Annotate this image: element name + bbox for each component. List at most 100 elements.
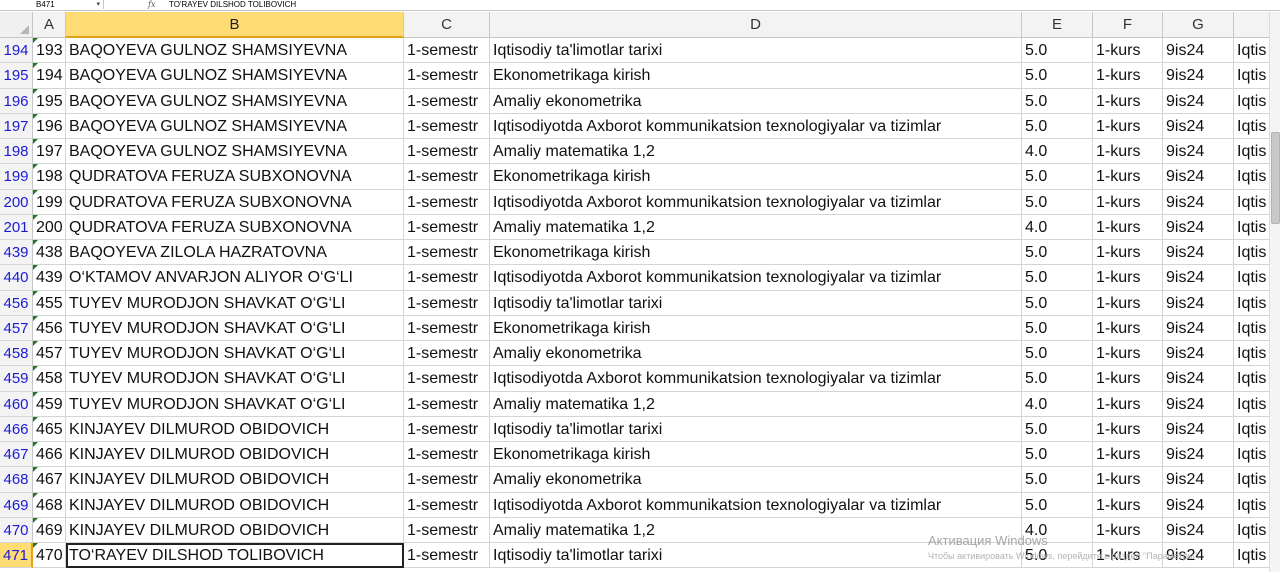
cell-b[interactable]: KINJAYEV DILMUROD OBIDOVICH xyxy=(66,442,404,468)
cell-d[interactable]: Iqtisodiy ta'limotlar tarixi xyxy=(490,416,1022,442)
cell-g[interactable]: 9is24 xyxy=(1163,214,1234,240)
cell-e[interactable]: 5.0 xyxy=(1022,164,1093,190)
column-header-g[interactable]: G xyxy=(1163,12,1234,38)
row-header[interactable]: 456 xyxy=(0,290,38,316)
cell-g[interactable]: 9is24 xyxy=(1163,113,1234,139)
cell-e[interactable]: 5.0 xyxy=(1022,341,1093,367)
cell-f[interactable]: 1-kurs xyxy=(1093,240,1163,266)
cell-h[interactable]: Iqtis xyxy=(1234,366,1270,392)
row-header[interactable]: 194 xyxy=(0,38,38,64)
name-box[interactable]: B471 ▾ xyxy=(0,0,104,9)
cell-d[interactable]: Iqtisodiyotda Axborot kommunikatsion tex… xyxy=(490,265,1022,291)
cell-e[interactable]: 5.0 xyxy=(1022,315,1093,341)
row-header[interactable]: 466 xyxy=(0,416,38,442)
cell-f[interactable]: 1-kurs xyxy=(1093,315,1163,341)
cell-a[interactable]: 466 xyxy=(33,442,66,468)
cell-a[interactable]: 199 xyxy=(33,189,66,215)
cell-g[interactable]: 9is24 xyxy=(1163,88,1234,114)
vertical-scrollbar[interactable] xyxy=(1269,12,1280,572)
cell-d[interactable]: Iqtisodiyotda Axborot kommunikatsion tex… xyxy=(490,113,1022,139)
cell-c[interactable]: 1-semestr xyxy=(404,492,490,518)
row-header[interactable]: 439 xyxy=(0,240,38,266)
cell-b[interactable]: QUDRATOVA FERUZA SUBXONOVNA xyxy=(66,214,404,240)
cell-h[interactable]: Iqtis xyxy=(1234,240,1270,266)
scrollbar-thumb[interactable] xyxy=(1271,132,1280,224)
cell-g[interactable]: 9is24 xyxy=(1163,63,1234,89)
cell-d[interactable]: Ekonometrikaga kirish xyxy=(490,63,1022,89)
cell-h[interactable]: Iqtis xyxy=(1234,265,1270,291)
cell-a[interactable]: 197 xyxy=(33,139,66,165)
row-header[interactable]: 469 xyxy=(0,492,38,518)
cell-e[interactable]: 5.0 xyxy=(1022,240,1093,266)
cell-g[interactable]: 9is24 xyxy=(1163,240,1234,266)
cell-d[interactable]: Iqtisodiyotda Axborot kommunikatsion tex… xyxy=(490,492,1022,518)
cell-c[interactable]: 1-semestr xyxy=(404,265,490,291)
cell-f[interactable]: 1-kurs xyxy=(1093,88,1163,114)
cell-c[interactable]: 1-semestr xyxy=(404,543,490,569)
cell-a[interactable]: 196 xyxy=(33,113,66,139)
row-header[interactable]: 460 xyxy=(0,391,38,417)
cell-f[interactable]: 1-kurs xyxy=(1093,139,1163,165)
cell-f[interactable]: 1-kurs xyxy=(1093,113,1163,139)
formula-input[interactable]: TO'RAYEV DILSHOD TOLIBOVICH xyxy=(169,0,296,9)
cell-a[interactable]: 467 xyxy=(33,467,66,493)
cell-a[interactable]: 468 xyxy=(33,492,66,518)
cell-e[interactable]: 4.0 xyxy=(1022,391,1093,417)
cell-h[interactable]: Iqtis xyxy=(1234,214,1270,240)
cell-h[interactable]: Iqtis xyxy=(1234,315,1270,341)
cell-b[interactable]: KINJAYEV DILMUROD OBIDOVICH xyxy=(66,467,404,493)
row-header[interactable]: 457 xyxy=(0,315,38,341)
cell-b[interactable]: QUDRATOVA FERUZA SUBXONOVNA xyxy=(66,189,404,215)
cell-b[interactable]: KINJAYEV DILMUROD OBIDOVICH xyxy=(66,492,404,518)
cell-d[interactable]: Amaliy ekonometrika xyxy=(490,88,1022,114)
cell-e[interactable]: 5.0 xyxy=(1022,38,1093,64)
cell-f[interactable]: 1-kurs xyxy=(1093,189,1163,215)
cell-h[interactable]: Iqtis xyxy=(1234,88,1270,114)
cell-a[interactable]: 438 xyxy=(33,240,66,266)
cell-e[interactable]: 5.0 xyxy=(1022,442,1093,468)
cell-h[interactable]: Iqtis xyxy=(1234,391,1270,417)
cell-h[interactable]: Iqtis xyxy=(1234,341,1270,367)
cell-c[interactable]: 1-semestr xyxy=(404,38,490,64)
cell-b[interactable]: BAQOYEVA GULNOZ SHAMSIYEVNA xyxy=(66,88,404,114)
cell-c[interactable]: 1-semestr xyxy=(404,139,490,165)
cell-a[interactable]: 470 xyxy=(33,543,66,569)
cell-c[interactable]: 1-semestr xyxy=(404,416,490,442)
row-header[interactable]: 197 xyxy=(0,113,38,139)
cell-h[interactable]: Iqtis xyxy=(1234,543,1270,569)
cell-a[interactable]: 194 xyxy=(33,63,66,89)
cell-b[interactable]: KINJAYEV DILMUROD OBIDOVICH xyxy=(66,416,404,442)
cell-g[interactable]: 9is24 xyxy=(1163,492,1234,518)
column-header-f[interactable]: F xyxy=(1093,12,1163,38)
cell-a[interactable]: 458 xyxy=(33,366,66,392)
cell-h[interactable]: Iqtis xyxy=(1234,63,1270,89)
cell-b[interactable]: QUDRATOVA FERUZA SUBXONOVNA xyxy=(66,164,404,190)
row-header[interactable]: 196 xyxy=(0,88,38,114)
cell-f[interactable]: 1-kurs xyxy=(1093,492,1163,518)
column-header-h[interactable] xyxy=(1234,12,1270,38)
cell-d[interactable]: Ekonometrikaga kirish xyxy=(490,240,1022,266)
cell-c[interactable]: 1-semestr xyxy=(404,189,490,215)
cell-h[interactable]: Iqtis xyxy=(1234,517,1270,543)
function-icon[interactable]: fx xyxy=(148,0,155,9)
cell-h[interactable]: Iqtis xyxy=(1234,38,1270,64)
cell-b[interactable]: BAQOYEVA ZILOLA HAZRATOVNA xyxy=(66,240,404,266)
cell-e[interactable]: 5.0 xyxy=(1022,189,1093,215)
cell-g[interactable]: 9is24 xyxy=(1163,341,1234,367)
cell-b[interactable]: TUYEV MURODJON SHAVKAT O‘G‘LI xyxy=(66,290,404,316)
cell-h[interactable]: Iqtis xyxy=(1234,492,1270,518)
cell-e[interactable]: 5.0 xyxy=(1022,63,1093,89)
cell-e[interactable]: 4.0 xyxy=(1022,214,1093,240)
cell-d[interactable]: Iqtisodiyotda Axborot kommunikatsion tex… xyxy=(490,366,1022,392)
cell-g[interactable]: 9is24 xyxy=(1163,164,1234,190)
cell-d[interactable]: Iqtisodiy ta'limotlar tarixi xyxy=(490,38,1022,64)
cell-g[interactable]: 9is24 xyxy=(1163,366,1234,392)
cell-a[interactable]: 200 xyxy=(33,214,66,240)
cell-b[interactable]: BAQOYEVA GULNOZ SHAMSIYEVNA xyxy=(66,38,404,64)
cell-a[interactable]: 193 xyxy=(33,38,66,64)
cell-h[interactable]: Iqtis xyxy=(1234,290,1270,316)
cell-g[interactable]: 9is24 xyxy=(1163,517,1234,543)
cell-g[interactable]: 9is24 xyxy=(1163,290,1234,316)
cell-f[interactable]: 1-kurs xyxy=(1093,214,1163,240)
cell-b[interactable]: TO‘RAYEV DILSHOD TOLIBOVICH xyxy=(66,543,404,569)
